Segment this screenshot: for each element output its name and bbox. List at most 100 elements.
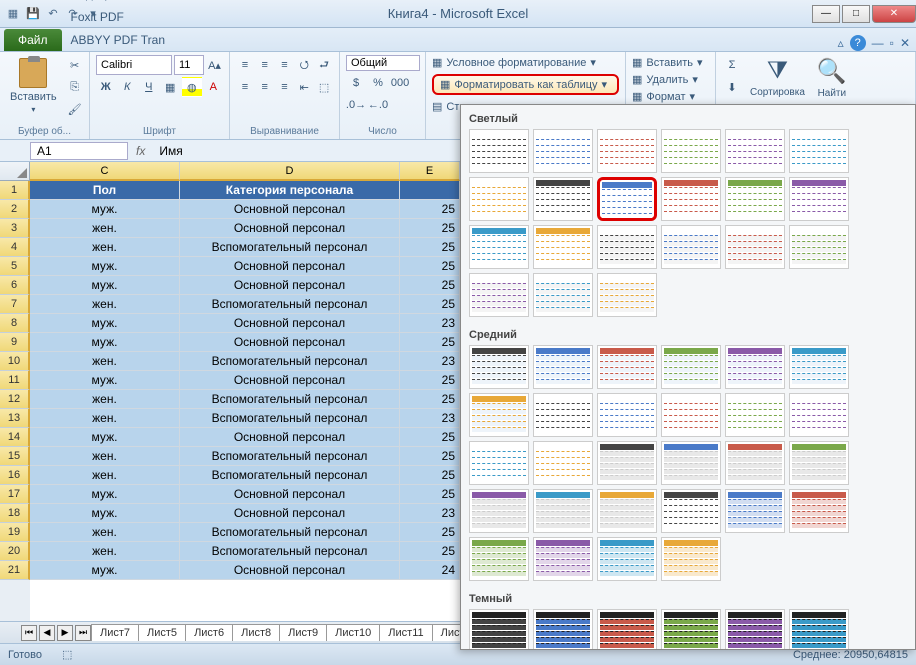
cell[interactable]: муж. [30, 485, 180, 504]
cell[interactable]: Основной персонал [180, 485, 400, 504]
insert-cells-button[interactable]: ▦ Вставить ▾ [632, 55, 709, 70]
col-header-D[interactable]: D [180, 162, 400, 181]
table-style-thumb[interactable] [789, 393, 849, 437]
cell[interactable]: 25 [400, 390, 460, 409]
cell[interactable]: муж. [30, 561, 180, 580]
table-style-thumb[interactable] [469, 225, 529, 269]
cell[interactable]: жен. [30, 466, 180, 485]
cell[interactable]: муж. [30, 504, 180, 523]
table-style-thumb[interactable] [789, 225, 849, 269]
header-cell[interactable] [400, 181, 460, 200]
cell[interactable]: 25 [400, 219, 460, 238]
font-size-select[interactable] [174, 55, 204, 75]
table-style-thumb[interactable] [597, 441, 657, 485]
header-cell[interactable]: Категория персонала [180, 181, 400, 200]
row-header-4[interactable]: 4 [0, 238, 30, 257]
table-style-thumb[interactable] [597, 129, 657, 173]
table-style-thumb[interactable] [469, 273, 529, 317]
name-box[interactable] [30, 142, 128, 160]
find-select-button[interactable]: 🔍 Найти [813, 55, 851, 101]
row-header-15[interactable]: 15 [0, 447, 30, 466]
table-style-thumb[interactable] [469, 441, 529, 485]
row-header-17[interactable]: 17 [0, 485, 30, 504]
table-style-thumb[interactable] [469, 489, 529, 533]
cell[interactable]: Основной персонал [180, 219, 400, 238]
ribbon-minimize-icon[interactable]: ▵ [838, 36, 844, 50]
cell[interactable]: Основной персонал [180, 276, 400, 295]
table-style-thumb[interactable] [725, 609, 785, 650]
table-style-thumb[interactable] [789, 345, 849, 389]
table-style-thumb[interactable] [789, 129, 849, 173]
cell[interactable]: Вспомогательный персонал [180, 390, 400, 409]
fill-icon[interactable]: ⬇ [722, 77, 742, 97]
fill-color-icon[interactable]: ◍ [182, 77, 202, 97]
bold-button[interactable]: Ж [96, 77, 116, 97]
table-style-thumb[interactable] [469, 345, 529, 389]
cell[interactable]: Основной персонал [180, 314, 400, 333]
cell[interactable]: жен. [30, 295, 180, 314]
table-style-thumb[interactable] [597, 489, 657, 533]
cell[interactable]: Основной персонал [180, 257, 400, 276]
table-style-thumb[interactable] [469, 129, 529, 173]
align-bot-icon[interactable]: ≡ [276, 55, 294, 75]
table-style-thumb[interactable] [597, 393, 657, 437]
table-style-thumb[interactable] [533, 609, 593, 650]
number-format-select[interactable] [346, 55, 420, 71]
row-header-9[interactable]: 9 [0, 333, 30, 352]
autosum-icon[interactable]: Σ [722, 55, 742, 75]
table-style-thumb[interactable] [597, 537, 657, 581]
row-header-11[interactable]: 11 [0, 371, 30, 390]
table-style-thumb[interactable] [597, 609, 657, 650]
row-header-6[interactable]: 6 [0, 276, 30, 295]
file-tab[interactable]: Файл [4, 29, 62, 51]
align-center-icon[interactable]: ≡ [256, 77, 274, 97]
sheet-tab[interactable]: Лист8 [232, 624, 280, 641]
table-style-thumb[interactable] [533, 177, 593, 221]
table-style-thumb[interactable] [725, 345, 785, 389]
cell[interactable]: муж. [30, 257, 180, 276]
cell[interactable]: Вспомогательный персонал [180, 523, 400, 542]
cell[interactable]: 25 [400, 542, 460, 561]
table-style-thumb[interactable] [661, 177, 721, 221]
row-header-8[interactable]: 8 [0, 314, 30, 333]
header-cell[interactable]: Пол [30, 181, 180, 200]
italic-button[interactable]: К [118, 77, 138, 97]
table-style-thumb[interactable] [533, 129, 593, 173]
cell[interactable]: Основной персонал [180, 428, 400, 447]
cell[interactable]: 24 [400, 561, 460, 580]
row-header-3[interactable]: 3 [0, 219, 30, 238]
cell[interactable]: 25 [400, 428, 460, 447]
dec-decimal-icon[interactable]: ←.0 [368, 95, 388, 115]
orientation-icon[interactable]: ⭯ [295, 55, 313, 75]
sheet-nav-next-icon[interactable]: ▶ [57, 625, 73, 641]
table-style-thumb[interactable] [597, 273, 657, 317]
table-style-thumb[interactable] [789, 489, 849, 533]
table-style-thumb[interactable] [725, 225, 785, 269]
cell[interactable]: Основной персонал [180, 561, 400, 580]
cut-icon[interactable]: ✂ [65, 55, 85, 75]
table-style-thumb[interactable] [533, 537, 593, 581]
cell[interactable]: 23 [400, 409, 460, 428]
table-style-thumb[interactable] [661, 609, 721, 650]
doc-close-icon[interactable]: ✕ [900, 36, 910, 50]
paste-button[interactable]: Вставить ▾ [6, 55, 61, 116]
table-style-thumb[interactable] [597, 177, 657, 221]
cell[interactable]: жен. [30, 447, 180, 466]
row-header-21[interactable]: 21 [0, 561, 30, 580]
underline-button[interactable]: Ч [139, 77, 159, 97]
cell[interactable]: 25 [400, 257, 460, 276]
copy-icon[interactable]: ⎘ [65, 77, 85, 97]
doc-restore-icon[interactable]: ▫ [890, 36, 894, 50]
comma-icon[interactable]: 000 [390, 73, 410, 93]
align-right-icon[interactable]: ≡ [276, 77, 294, 97]
sheet-tab[interactable]: Лист7 [91, 624, 139, 641]
table-style-thumb[interactable] [661, 489, 721, 533]
sheet-tab[interactable]: Лист6 [185, 624, 233, 641]
row-header-14[interactable]: 14 [0, 428, 30, 447]
table-style-thumb[interactable] [789, 441, 849, 485]
cell[interactable]: 25 [400, 466, 460, 485]
row-header-13[interactable]: 13 [0, 409, 30, 428]
table-style-thumb[interactable] [725, 129, 785, 173]
table-style-thumb[interactable] [661, 393, 721, 437]
cell[interactable]: муж. [30, 371, 180, 390]
